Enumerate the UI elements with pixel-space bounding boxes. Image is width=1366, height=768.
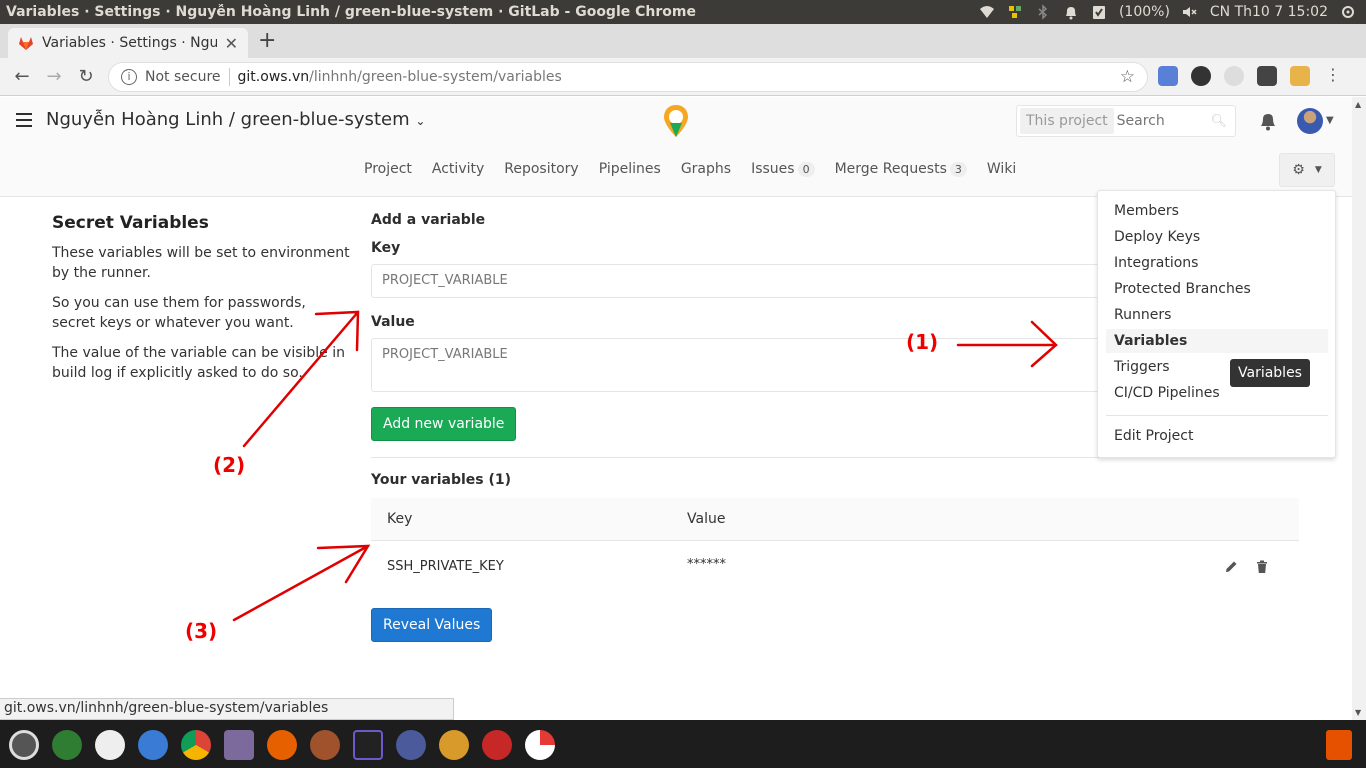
terminal-icon[interactable] — [52, 730, 82, 760]
remote-terminal-icon[interactable] — [482, 730, 512, 760]
status-bar-url: git.ows.vn/linhnh/green-blue-system/vari… — [0, 698, 454, 720]
chrome-icon[interactable] — [181, 730, 211, 760]
annotation-label-2: (2) — [213, 453, 246, 477]
files-icon[interactable] — [224, 730, 254, 760]
sublime-icon[interactable] — [310, 730, 340, 760]
scroll-down-arrow-icon[interactable]: ▼ — [1355, 708, 1361, 717]
annotation-label-1: (1) — [906, 330, 939, 354]
page-scrollbar[interactable] — [1352, 97, 1366, 720]
filezilla-icon[interactable] — [439, 730, 469, 760]
annotation-arrows — [232, 310, 1058, 622]
annotation-label-3: (3) — [185, 619, 218, 643]
arrow-3 — [232, 544, 371, 622]
arrow-1 — [956, 320, 1058, 368]
apps-icon[interactable] — [138, 730, 168, 760]
vmware-icon[interactable] — [95, 730, 125, 760]
ubuntu-dash-icon[interactable] — [9, 730, 39, 760]
intellij-icon[interactable] — [353, 730, 383, 760]
scroll-up-arrow-icon[interactable]: ▲ — [1355, 100, 1361, 109]
firefox-icon[interactable] — [267, 730, 297, 760]
trash-icon[interactable] — [1326, 730, 1352, 760]
arrow-2 — [242, 310, 360, 448]
os-taskbar — [0, 720, 1366, 768]
editor-icon[interactable] — [396, 730, 426, 760]
pie-app-icon[interactable] — [525, 730, 555, 760]
